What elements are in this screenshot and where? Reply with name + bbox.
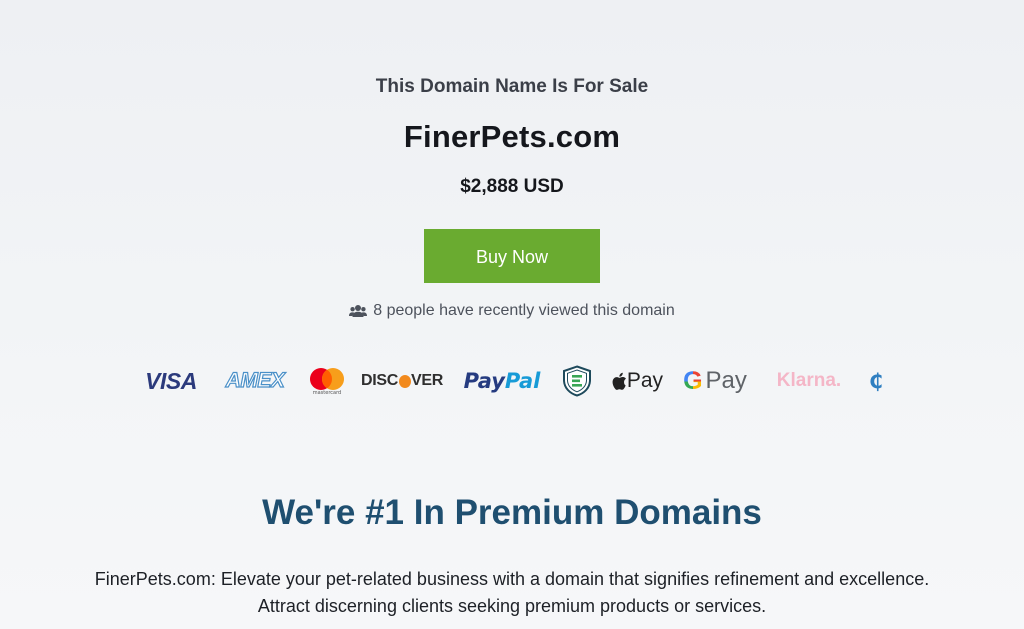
escrow-shield-icon <box>561 362 593 400</box>
discover-icon: DISC VER <box>361 362 443 400</box>
discover-dot <box>398 374 411 388</box>
amex-icon: AMEX <box>225 368 285 392</box>
crypto-icon: ₵ <box>869 369 883 393</box>
domain-description: FinerPets.com: Elevate your pet-related … <box>0 566 1024 620</box>
recent-viewers-notice: 8 people have recently viewed this domai… <box>0 302 1024 320</box>
users-icon <box>349 304 368 318</box>
buy-now-button[interactable]: Buy Now <box>424 229 600 283</box>
google-pay-icon: G Pay <box>680 362 750 400</box>
paypal-text-pal: Pal <box>504 369 541 393</box>
payment-methods-row: VISA AMEX mastercard DISC VER Pay Pal Pay … <box>0 362 1024 400</box>
mastercard-wordmark: mastercard <box>312 389 342 396</box>
recent-viewers-text: 8 people have recently viewed this domai… <box>373 302 675 319</box>
description-line-1: FinerPets.com: Elevate your pet-related … <box>94 569 930 589</box>
discover-text-left: DISC <box>361 372 399 389</box>
for-sale-kicker: This Domain Name Is For Sale <box>375 76 649 97</box>
apple-pay-icon: Pay <box>611 362 663 400</box>
price-label: $2,888 USD <box>460 176 564 197</box>
visa-icon: VISA <box>145 367 197 394</box>
description-line-2: Attract discerning clients seeking premi… <box>257 596 767 616</box>
paypal-icon: Pay Pal <box>459 362 545 400</box>
discover-text-right: VER <box>411 372 443 389</box>
domain-name-title: FinerPets.com <box>403 119 621 154</box>
section-headline: We're #1 In Premium Domains <box>262 493 762 532</box>
klarna-icon: Klarna. <box>776 370 842 391</box>
google-pay-text: Pay <box>705 367 747 394</box>
apple-logo-icon <box>612 372 626 390</box>
google-g-icon: G <box>683 366 703 395</box>
mastercard-icon: mastercard <box>308 362 346 400</box>
paypal-text-pay: Pay <box>463 369 505 393</box>
apple-pay-text: Pay <box>626 369 663 392</box>
